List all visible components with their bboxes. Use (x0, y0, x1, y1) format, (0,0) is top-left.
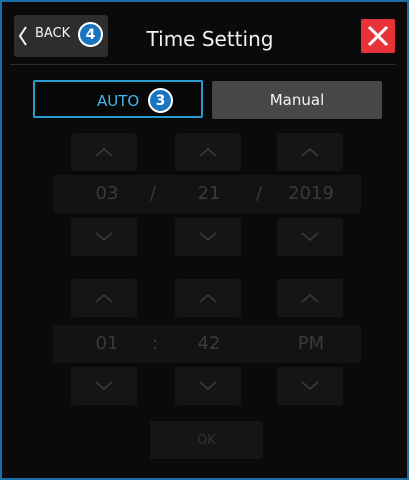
hour-up-button[interactable] (71, 279, 137, 317)
month-down-button[interactable] (71, 218, 137, 256)
minute-up-button[interactable] (175, 279, 241, 317)
chevron-up-icon (95, 293, 113, 303)
date-separator: / (149, 183, 157, 204)
time-separator: : (151, 333, 159, 354)
close-button[interactable] (361, 19, 395, 53)
year-value: 2019 (288, 183, 334, 204)
chevron-down-icon (95, 381, 113, 391)
month-value: 03 (95, 183, 119, 204)
chevron-down-icon (301, 232, 319, 242)
month-up-button[interactable] (71, 133, 137, 171)
ok-label: OK (197, 433, 216, 448)
date-separator: / (255, 183, 263, 204)
chevron-down-icon (199, 381, 217, 391)
close-icon (367, 25, 389, 47)
callout-badge-3: 3 (148, 88, 173, 113)
time-display: 01 : 42 PM (53, 325, 361, 363)
hour-value: 01 (95, 333, 119, 354)
year-up-button[interactable] (277, 133, 343, 171)
date-display: 03 / 21 / 2019 (53, 175, 361, 213)
page-title: Time Setting (146, 27, 274, 51)
day-value: 21 (197, 183, 221, 204)
meridiem-up-button[interactable] (277, 279, 343, 317)
header-divider (10, 64, 396, 65)
back-label: BACK (35, 26, 71, 41)
chevron-down-icon (199, 232, 217, 242)
minute-value: 42 (197, 333, 221, 354)
meridiem-down-button[interactable] (277, 367, 343, 405)
chevron-up-icon (301, 293, 319, 303)
chevron-left-icon (18, 26, 27, 46)
day-down-button[interactable] (175, 218, 241, 256)
manual-mode-label: Manual (269, 91, 325, 109)
meridiem-value: PM (297, 333, 325, 354)
chevron-up-icon (95, 147, 113, 157)
callout-badge-4: 4 (78, 22, 103, 47)
hour-down-button[interactable] (71, 367, 137, 405)
chevron-up-icon (199, 293, 217, 303)
chevron-down-icon (301, 381, 319, 391)
manual-mode-button[interactable]: Manual (212, 81, 382, 119)
auto-mode-button[interactable]: AUTO 3 (33, 80, 203, 118)
chevron-up-icon (301, 147, 319, 157)
minute-down-button[interactable] (175, 367, 241, 405)
ok-button[interactable]: OK (150, 421, 263, 459)
chevron-up-icon (199, 147, 217, 157)
year-down-button[interactable] (277, 218, 343, 256)
auto-mode-label: AUTO (97, 92, 140, 110)
day-up-button[interactable] (175, 133, 241, 171)
chevron-down-icon (95, 232, 113, 242)
